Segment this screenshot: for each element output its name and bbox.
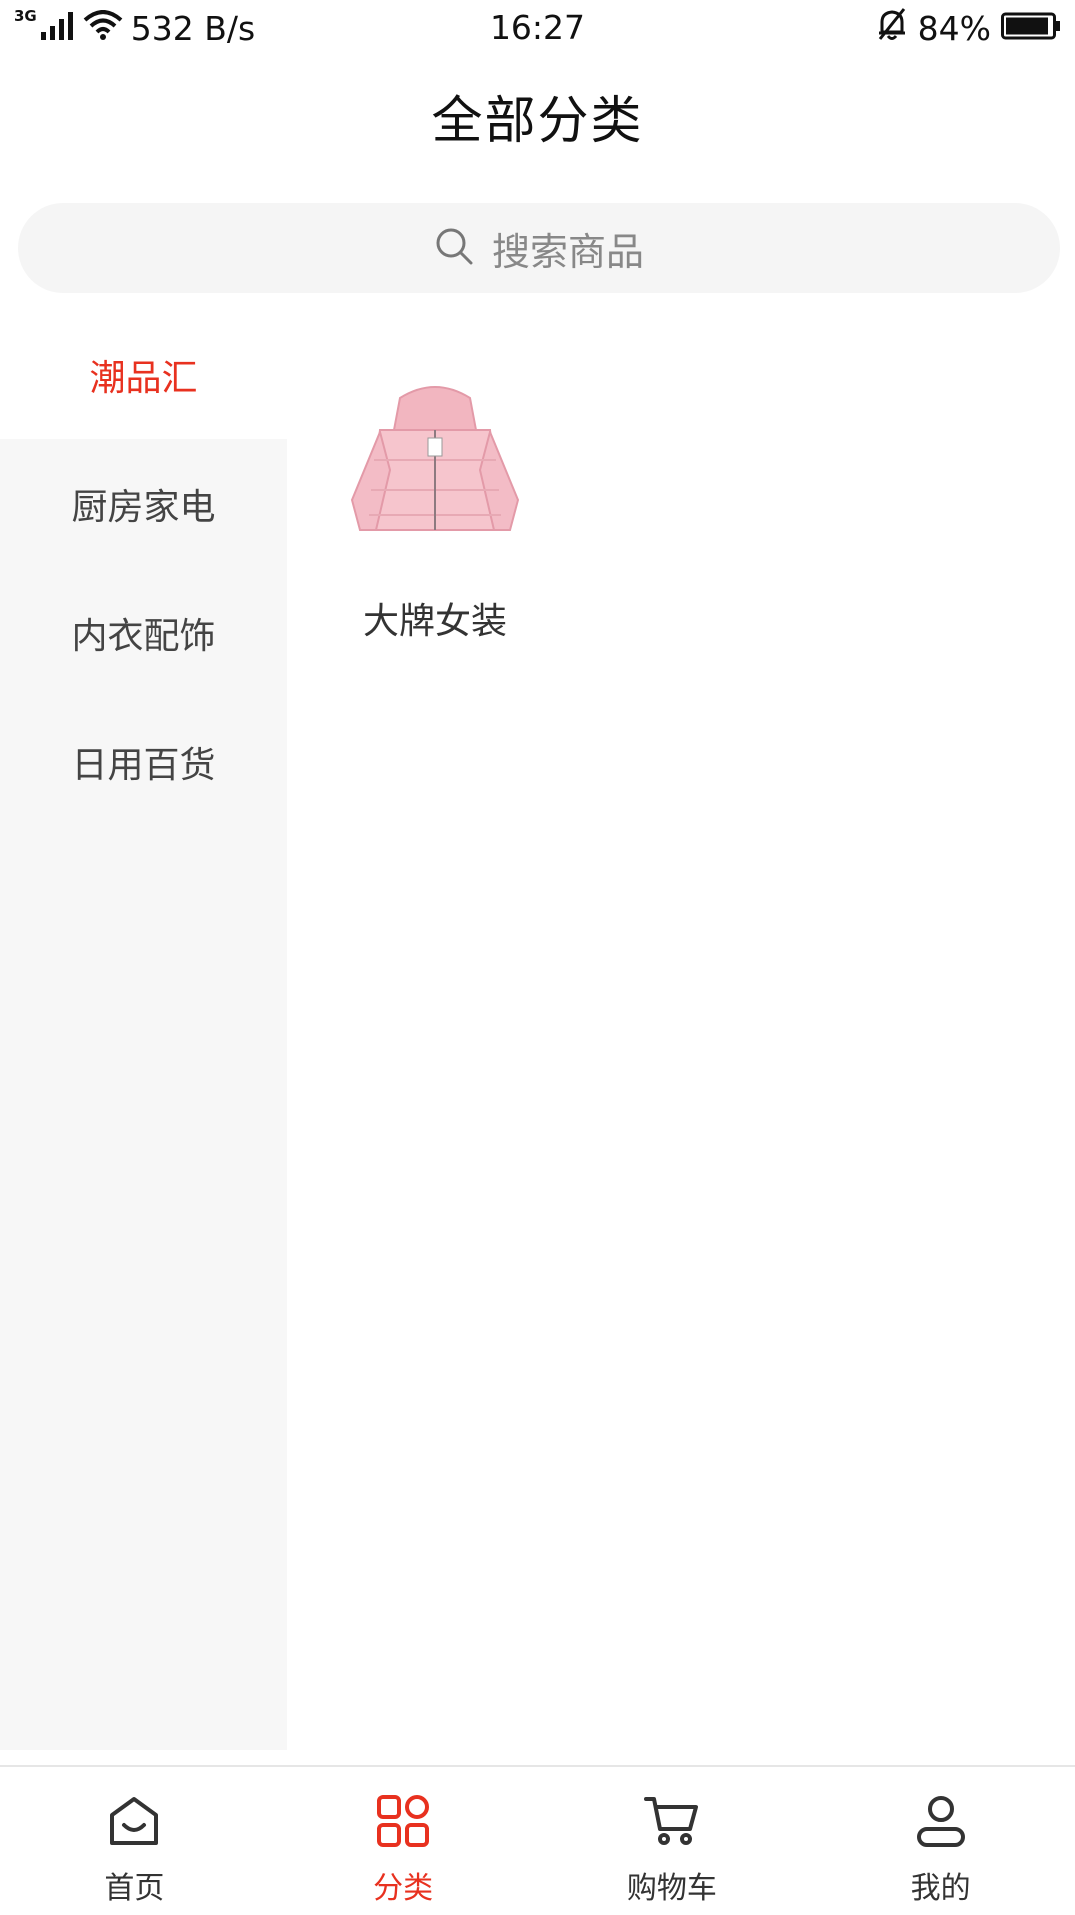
network-type: 3G <box>14 7 37 25</box>
subcategory-item[interactable]: 大牌女装 <box>335 380 535 644</box>
sidebar-item-label: 潮品汇 <box>89 357 198 399</box>
page-header: 全部分类 <box>0 56 1075 176</box>
wifi-icon <box>83 9 123 48</box>
category-grid-icon <box>375 1793 431 1849</box>
status-right: 84% <box>876 7 1061 49</box>
search-icon <box>434 226 474 270</box>
battery-percent: 84% <box>917 8 991 48</box>
category-content: 大牌女装 <box>287 310 1075 1750</box>
sidebar-item-label: 厨房家电 <box>71 486 216 528</box>
tab-cart[interactable]: 购物车 <box>538 1767 807 1915</box>
category-sidebar: 潮品汇 厨房家电 内衣配饰 日用百货 <box>0 310 287 1750</box>
battery-icon <box>1001 9 1061 48</box>
mute-bell-icon <box>876 7 908 49</box>
subcategory-label: 大牌女装 <box>362 601 507 642</box>
pink-down-jacket-image <box>340 380 530 550</box>
tab-label: 分类 <box>373 1871 434 1906</box>
tab-label: 我的 <box>910 1871 971 1906</box>
bottom-tab-bar: 首页 分类 购物车 我的 <box>0 1765 1075 1915</box>
sidebar-item-kitchen-appliances[interactable]: 厨房家电 <box>0 439 287 568</box>
sidebar-item-label: 日用百货 <box>71 744 216 786</box>
home-icon <box>106 1793 162 1849</box>
search-bar[interactable]: 搜索商品 <box>18 203 1060 293</box>
search-placeholder: 搜索商品 <box>491 229 644 274</box>
tab-label: 首页 <box>104 1871 165 1906</box>
user-icon <box>913 1793 969 1849</box>
sidebar-item-daily-goods[interactable]: 日用百货 <box>0 697 287 826</box>
signal-icon <box>40 9 75 48</box>
network-speed: 532 B/s <box>130 8 256 48</box>
tab-mine[interactable]: 我的 <box>806 1767 1075 1915</box>
cart-icon <box>643 1793 700 1849</box>
tab-label: 购物车 <box>626 1871 717 1906</box>
sidebar-item-chaopinhui[interactable]: 潮品汇 <box>0 310 287 439</box>
tab-home[interactable]: 首页 <box>0 1767 269 1915</box>
status-left: 3G 532 B/s <box>14 7 344 48</box>
sidebar-item-label: 内衣配饰 <box>71 615 216 657</box>
app-screen: 3G 532 B/s 16:27 84% 全部分类 搜索商品 潮品汇 厨房家电 … <box>0 0 1075 1915</box>
status-bar: 3G 532 B/s 16:27 84% <box>0 0 1075 56</box>
sidebar-item-underwear-accessories[interactable]: 内衣配饰 <box>0 568 287 697</box>
tab-category[interactable]: 分类 <box>269 1767 538 1915</box>
page-title: 全部分类 <box>431 92 644 151</box>
